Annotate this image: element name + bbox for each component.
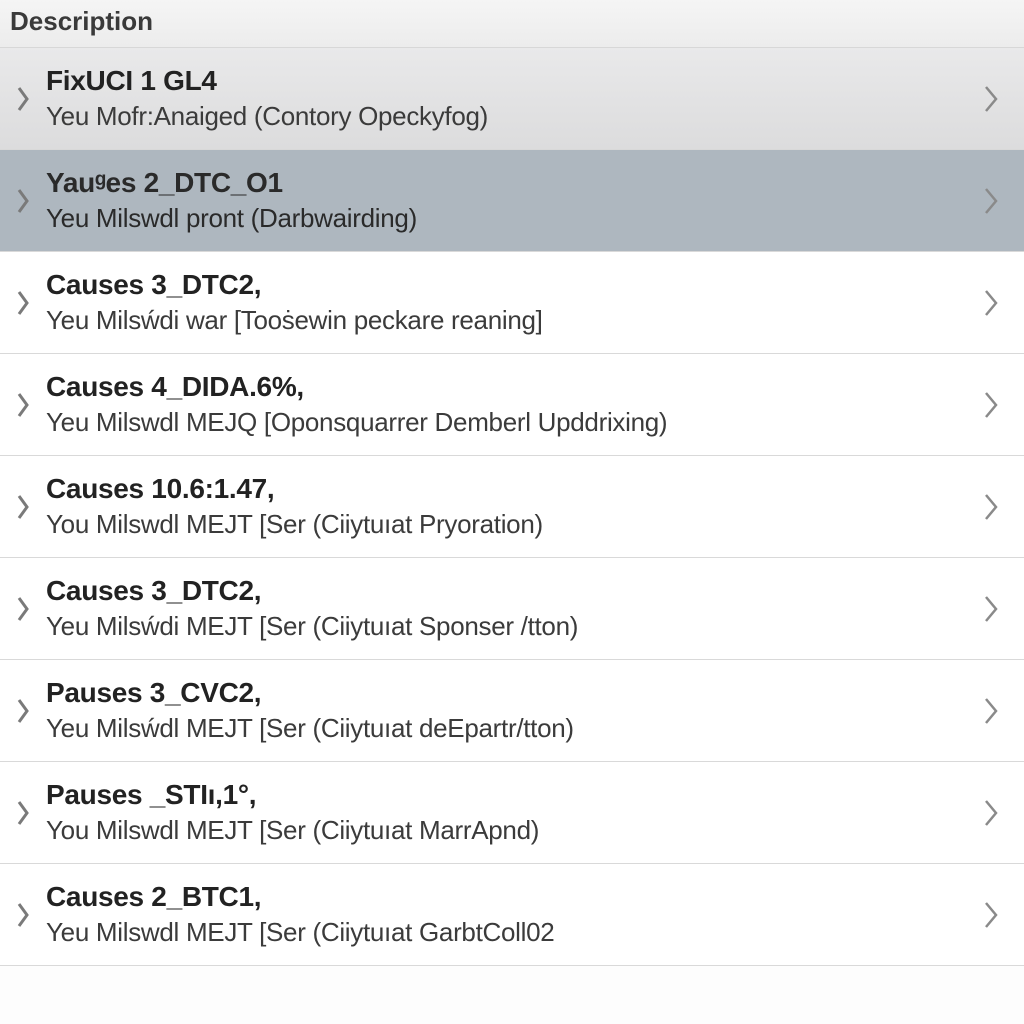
- chevron-right-icon: [972, 492, 1010, 522]
- chevron-right-icon: [972, 900, 1010, 930]
- list-item[interactable]: Yauᵍes 2_DTC_O1 Yeu Milswdl pront (Darbw…: [0, 150, 1024, 252]
- list-item-title: Causes 3_DTC2,: [46, 269, 972, 301]
- expand-icon: [8, 392, 38, 418]
- list-item-subtitle: Yeu Milswdl pront (Darbwairding): [46, 203, 972, 234]
- chevron-right-icon: [972, 798, 1010, 828]
- list-item-title: Pauses _STIı,1°,: [46, 779, 972, 811]
- chevron-right-icon: [972, 594, 1010, 624]
- list-item-content: Pauses _STIı,1°, You Milswdl MEJT [Ser (…: [38, 779, 972, 846]
- description-list: FixUCI 1 GL4 Yeu Mofr:Anaiged (Contory O…: [0, 48, 1024, 966]
- list-item-content: Causes 3_DTC2, Yeu Milsẃdi war [Tooṡewin…: [38, 269, 972, 336]
- list-item[interactable]: Pauses _STIı,1°, You Milswdl MEJT [Ser (…: [0, 762, 1024, 864]
- section-header: Description: [0, 0, 1024, 48]
- chevron-right-icon: [972, 288, 1010, 318]
- expand-icon: [8, 800, 38, 826]
- list-item-subtitle: Yeu Milswdl MEJQ [Oponsquarrer Demberl U…: [46, 407, 972, 438]
- list-item-title: FixUCI 1 GL4: [46, 65, 972, 97]
- list-item-content: FixUCI 1 GL4 Yeu Mofr:Anaiged (Contory O…: [38, 65, 972, 132]
- list-item[interactable]: Causes 3_DTC2, Yeu Milsẃdi war [Tooṡewin…: [0, 252, 1024, 354]
- chevron-right-icon: [972, 84, 1010, 114]
- list-item-content: Causes 3_DTC2, Yeu Milsẃdi MEJT [Ser (Ci…: [38, 575, 972, 642]
- list-item[interactable]: Causes 4_DIDA.6%, Yeu Milswdl MEJQ [Opon…: [0, 354, 1024, 456]
- list-item[interactable]: Causes 10.6:1.47, You Milswdl MEJT [Ser …: [0, 456, 1024, 558]
- list-item-subtitle: Yeu Milsẃdi war [Tooṡewin peckare reanin…: [46, 305, 972, 336]
- list-item-content: Causes 2_BTC1, Yeu Milswdl MEJT [Ser (Ci…: [38, 881, 972, 948]
- list-item-subtitle: Yeu Milsẃdl MEJT [Ser (Ciiytuıat deEpart…: [46, 713, 972, 744]
- list-item-content: Yauᵍes 2_DTC_O1 Yeu Milswdl pront (Darbw…: [38, 167, 972, 234]
- list-item-title: Causes 10.6:1.47,: [46, 473, 972, 505]
- list-item-content: Causes 10.6:1.47, You Milswdl MEJT [Ser …: [38, 473, 972, 540]
- expand-icon: [8, 86, 38, 112]
- chevron-right-icon: [972, 186, 1010, 216]
- list-item-subtitle: You Milswdl MEJT [Ser (Ciiytuıat MarrApn…: [46, 815, 972, 846]
- list-item-subtitle: Yeu Milsẃdi MEJT [Ser (Ciiytuıat Sponser…: [46, 611, 972, 642]
- expand-icon: [8, 596, 38, 622]
- chevron-right-icon: [972, 696, 1010, 726]
- list-item[interactable]: FixUCI 1 GL4 Yeu Mofr:Anaiged (Contory O…: [0, 48, 1024, 150]
- list-item-subtitle: Yeu Mofr:Anaiged (Contory Opeckyfog): [46, 101, 972, 132]
- chevron-right-icon: [972, 390, 1010, 420]
- list-item-content: Causes 4_DIDA.6%, Yeu Milswdl MEJQ [Opon…: [38, 371, 972, 438]
- list-item-title: Causes 3_DTC2,: [46, 575, 972, 607]
- expand-icon: [8, 290, 38, 316]
- section-header-title: Description: [10, 6, 153, 36]
- list-item[interactable]: Pauses 3_CVC2, Yeu Milsẃdl MEJT [Ser (Ci…: [0, 660, 1024, 762]
- expand-icon: [8, 902, 38, 928]
- expand-icon: [8, 188, 38, 214]
- list-item-title: Causes 4_DIDA.6%,: [46, 371, 972, 403]
- list-item-title: Causes 2_BTC1,: [46, 881, 972, 913]
- list-item-subtitle: Yeu Milswdl MEJT [Ser (Ciiytuıat GarbtCo…: [46, 917, 972, 948]
- list-item[interactable]: Causes 3_DTC2, Yeu Milsẃdi MEJT [Ser (Ci…: [0, 558, 1024, 660]
- list-item-title: Yauᵍes 2_DTC_O1: [46, 167, 972, 199]
- expand-icon: [8, 698, 38, 724]
- list-item-subtitle: You Milswdl MEJT [Ser (Ciiytuıat Pryorat…: [46, 509, 972, 540]
- list-item-title: Pauses 3_CVC2,: [46, 677, 972, 709]
- list-item[interactable]: Causes 2_BTC1, Yeu Milswdl MEJT [Ser (Ci…: [0, 864, 1024, 966]
- expand-icon: [8, 494, 38, 520]
- list-item-content: Pauses 3_CVC2, Yeu Milsẃdl MEJT [Ser (Ci…: [38, 677, 972, 744]
